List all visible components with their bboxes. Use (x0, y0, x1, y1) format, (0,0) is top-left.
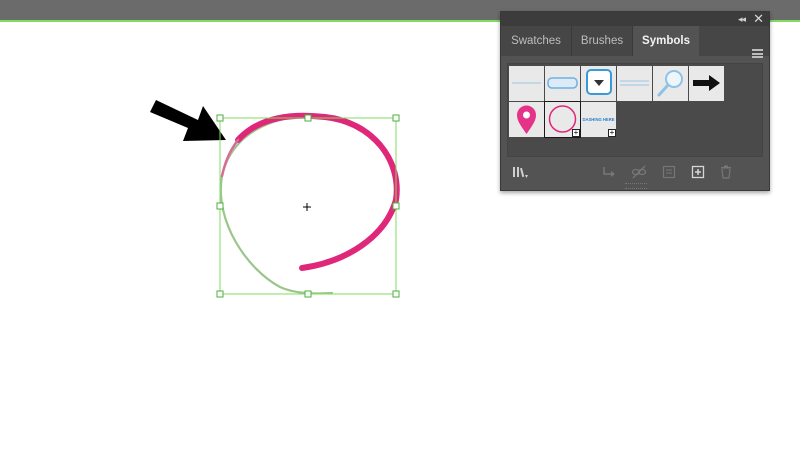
hand-drawn-circle[interactable] (219, 112, 400, 295)
dropdown-button-symbol[interactable] (581, 66, 616, 101)
tab-brushes[interactable]: Brushes (572, 26, 632, 56)
panel-resize-grip[interactable] (625, 183, 647, 189)
delete-symbol-icon[interactable] (718, 164, 734, 180)
resize-handle-top-left[interactable] (216, 114, 224, 122)
symbols-grid: + DASHING HERE + (507, 63, 763, 157)
arrow-symbol[interactable] (689, 66, 724, 101)
close-icon[interactable]: ✕ (753, 12, 764, 26)
resize-handle-top-right[interactable] (392, 114, 400, 122)
break-link-icon[interactable] (631, 164, 647, 180)
resize-handle-left[interactable] (216, 202, 224, 210)
symbol-options-icon[interactable] (661, 164, 677, 180)
tab-symbols[interactable]: Symbols (633, 26, 699, 56)
resize-handle-right[interactable] (392, 202, 400, 210)
dashed-text-label: DASHING HERE (582, 117, 614, 122)
new-symbol-icon[interactable] (690, 164, 706, 180)
symbols-panel[interactable]: ◂◂ ✕ Swatches Brushes Symbols + DASHING … (500, 11, 770, 191)
circle-symbol[interactable]: + (544, 101, 581, 138)
map-pin-symbol[interactable] (509, 102, 544, 137)
center-point-icon (303, 203, 311, 211)
rounded-bar-symbol[interactable] (545, 66, 580, 101)
plus-badge-icon: + (608, 128, 616, 137)
plus-badge-icon: + (572, 128, 580, 137)
symbol-libraries-icon[interactable] (512, 164, 528, 180)
resize-handle-top[interactable] (304, 114, 312, 122)
double-line-symbol[interactable] (617, 66, 652, 101)
dashed-text-symbol[interactable]: DASHING HERE + (581, 102, 616, 137)
panel-titlebar[interactable]: ◂◂ ✕ (501, 12, 769, 26)
resize-handle-bottom-right[interactable] (392, 290, 400, 298)
panel-bottom-toolbar (501, 161, 769, 183)
tab-swatches[interactable]: Swatches (501, 26, 571, 56)
panel-tabs: Swatches Brushes Symbols (501, 26, 769, 58)
hamburger-menu-icon[interactable] (752, 49, 763, 58)
thin-line-symbol[interactable] (509, 66, 544, 101)
arrow-icon (150, 100, 226, 141)
place-symbol-icon[interactable] (601, 164, 617, 180)
resize-handle-bottom-left[interactable] (216, 290, 224, 298)
resize-handle-bottom[interactable] (304, 290, 312, 298)
double-chevron-icon[interactable]: ◂◂ (738, 12, 746, 26)
magnifier-symbol[interactable] (653, 66, 688, 101)
